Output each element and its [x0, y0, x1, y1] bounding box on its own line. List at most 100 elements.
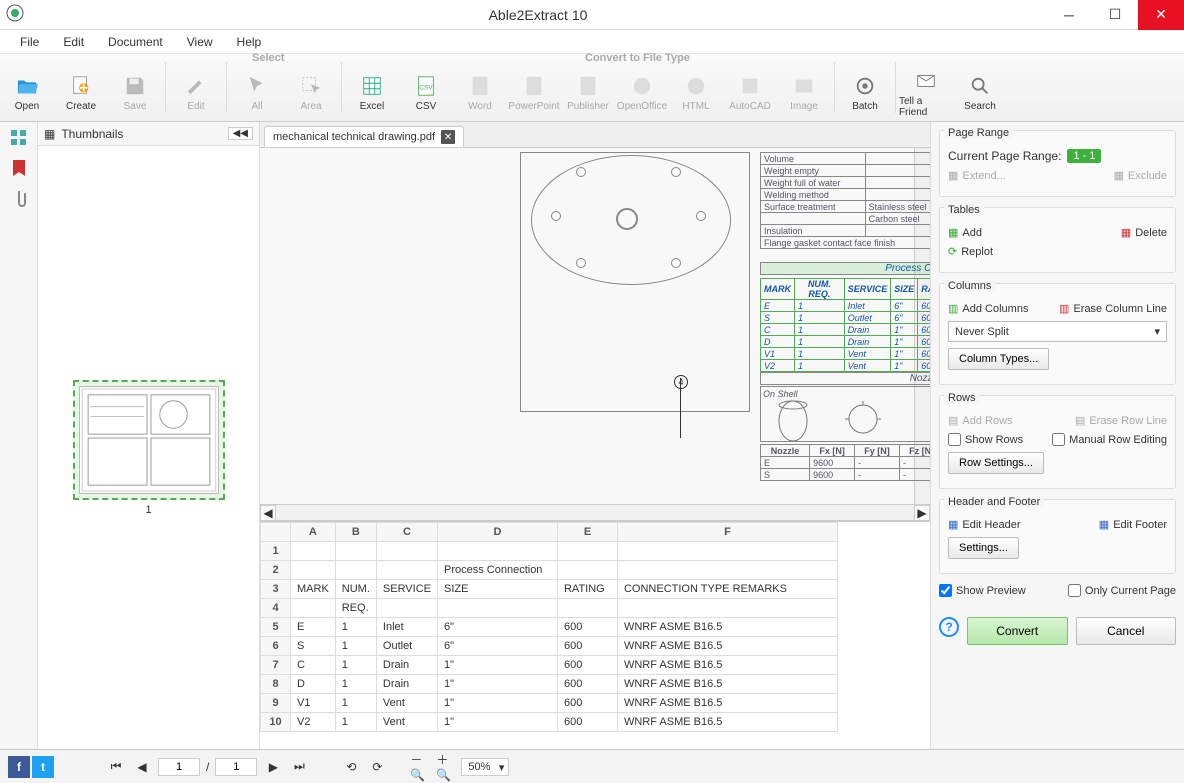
add-table-button[interactable]: ▦Add: [948, 226, 982, 239]
scroll-left-icon[interactable]: ◀: [260, 505, 276, 521]
open-button[interactable]: Open: [0, 54, 54, 121]
show-rows-checkbox[interactable]: Show Rows: [948, 433, 1023, 446]
menu-view[interactable]: View: [175, 30, 225, 54]
exclude-icon: ▦: [1113, 169, 1123, 182]
facebook-icon[interactable]: f: [8, 756, 30, 778]
last-page-button[interactable]: ⏭: [289, 757, 309, 777]
exclude-button[interactable]: ▦Exclude: [1113, 169, 1167, 182]
col-E[interactable]: E: [557, 523, 617, 542]
tab-close-icon[interactable]: ✕: [441, 130, 455, 144]
col-D[interactable]: D: [437, 523, 557, 542]
spreadsheet-preview[interactable]: A B C D E F 12Process Connection3MARKNUM…: [260, 521, 930, 749]
table-row[interactable]: 1: [261, 542, 838, 561]
delete-icon: ▦: [1121, 226, 1131, 239]
area-button[interactable]: Area: [284, 54, 338, 121]
menu-help[interactable]: Help: [225, 30, 274, 54]
nozzle-title: Nozzle Loads: [760, 372, 930, 385]
edit-footer-button[interactable]: ▦Edit Footer: [1099, 518, 1167, 531]
create-button[interactable]: Create: [54, 54, 108, 121]
hf-settings-button[interactable]: Settings...: [948, 537, 1019, 559]
image-button[interactable]: Image: [777, 54, 831, 121]
next-page-button[interactable]: ▶: [263, 757, 283, 777]
cursor-icon: [244, 73, 270, 99]
word-button[interactable]: Word: [453, 54, 507, 121]
help-icon[interactable]: ?: [939, 617, 959, 637]
manual-row-checkbox[interactable]: Manual Row Editing: [1052, 433, 1167, 446]
publisher-button[interactable]: Publisher: [561, 54, 615, 121]
table-row[interactable]: 5E1Inlet6"600WNRF ASME B16.5: [261, 618, 838, 637]
zoom-in-button[interactable]: ＋🔍: [435, 757, 455, 777]
twitter-icon[interactable]: t: [32, 756, 54, 778]
table-row[interactable]: 2Process Connection: [261, 561, 838, 580]
convert-button[interactable]: Convert: [967, 617, 1068, 645]
clip-icon[interactable]: [9, 188, 29, 208]
close-button[interactable]: ✕: [1138, 0, 1184, 30]
menu-document[interactable]: Document: [96, 30, 175, 54]
svg-text:CSV: CSV: [419, 85, 433, 92]
add-columns-button[interactable]: ▥Add Columns: [948, 302, 1028, 315]
split-dropdown[interactable]: Never Split▾: [948, 321, 1167, 342]
openoffice-button[interactable]: OpenOffice: [615, 54, 669, 121]
current-range-label: Current Page Range:: [948, 149, 1061, 163]
document-tab[interactable]: mechanical technical drawing.pdf ✕: [264, 126, 464, 147]
search-button[interactable]: Search: [953, 54, 1007, 121]
horizontal-scrollbar[interactable]: ◀ ▶: [260, 504, 930, 520]
maximize-button[interactable]: ☐: [1092, 0, 1138, 30]
html-button[interactable]: HTML: [669, 54, 723, 121]
replot-icon: ⟳: [948, 245, 957, 258]
save-button[interactable]: Save: [108, 54, 162, 121]
selected-table-title: Process Connection: [760, 262, 930, 275]
tell-friend-button[interactable]: Tell a Friend: [899, 54, 953, 121]
excel-button[interactable]: Excel: [345, 54, 399, 121]
csv-button[interactable]: CSVCSV: [399, 54, 453, 121]
powerpoint-button[interactable]: PowerPoint: [507, 54, 561, 121]
col-B[interactable]: B: [335, 523, 376, 542]
table-row[interactable]: 10V21Vent1"600WNRF ASME B16.5: [261, 713, 838, 732]
prev-page-button[interactable]: ◀: [132, 757, 152, 777]
selected-table[interactable]: MARKNUM. REQ.SERVICESIZERATINGCONNECTION…: [760, 278, 930, 372]
erase-column-button[interactable]: ▥Erase Column Line: [1059, 302, 1167, 315]
show-preview-checkbox[interactable]: Show Preview: [939, 584, 1026, 597]
table-row[interactable]: 9V11Vent1"600WNRF ASME B16.5: [261, 694, 838, 713]
page-input[interactable]: [158, 758, 200, 776]
rotate-cw-button[interactable]: ⟳: [367, 757, 387, 777]
erase-row-button[interactable]: ▤Erase Row Line: [1075, 414, 1167, 427]
social-icons: f t: [8, 756, 54, 778]
batch-button[interactable]: Batch: [838, 54, 892, 121]
table-row[interactable]: 4REQ.: [261, 599, 838, 618]
first-page-button[interactable]: ⏮: [106, 757, 126, 777]
menu-file[interactable]: File: [8, 30, 51, 54]
replot-button[interactable]: ⟳Replot: [948, 245, 993, 258]
edit-button[interactable]: Edit: [169, 54, 223, 121]
all-button[interactable]: All: [230, 54, 284, 121]
add-rows-button[interactable]: ▤Add Rows: [948, 414, 1013, 427]
autocad-button[interactable]: AutoCAD: [723, 54, 777, 121]
table-row[interactable]: 3MARKNUM.SERVICESIZERATINGCONNECTION TYP…: [261, 580, 838, 599]
col-C[interactable]: C: [376, 523, 437, 542]
row-settings-button[interactable]: Row Settings...: [948, 452, 1044, 474]
thumbnail-page[interactable]: [73, 380, 225, 500]
bookmark-icon[interactable]: [9, 158, 29, 178]
table-row[interactable]: 7C1Drain1"600WNRF ASME B16.5: [261, 656, 838, 675]
extend-button[interactable]: ▦Extend...: [948, 169, 1006, 182]
scroll-right-icon[interactable]: ▶: [914, 505, 930, 521]
zoom-dropdown[interactable]: 50% ▾: [461, 758, 509, 776]
grid-view-icon[interactable]: [9, 128, 29, 148]
pdf-viewer[interactable]: 4 Volume0.44m3 Weight empty1745Kg Weight…: [260, 148, 930, 504]
erase-col-icon: ▥: [1059, 302, 1069, 315]
col-F[interactable]: F: [617, 523, 837, 542]
menu-edit[interactable]: Edit: [51, 30, 96, 54]
only-current-checkbox[interactable]: Only Current Page: [1068, 584, 1176, 597]
col-A[interactable]: A: [291, 523, 336, 542]
zoom-out-button[interactable]: －🔍: [409, 757, 429, 777]
column-types-button[interactable]: Column Types...: [948, 348, 1049, 370]
rotate-ccw-button[interactable]: ⟲: [341, 757, 361, 777]
table-row[interactable]: 8D1Drain1"600WNRF ASME B16.5: [261, 675, 838, 694]
delete-table-button[interactable]: ▦Delete: [1121, 226, 1167, 239]
toolbar-group-convert: Convert to File Type: [585, 52, 690, 64]
edit-header-button[interactable]: ▦Edit Header: [948, 518, 1021, 531]
minimize-button[interactable]: ─: [1046, 0, 1092, 30]
table-row[interactable]: 6S1Outlet6"600WNRF ASME B16.5: [261, 637, 838, 656]
collapse-button[interactable]: ◀◀: [228, 127, 253, 140]
cancel-button[interactable]: Cancel: [1076, 617, 1177, 645]
